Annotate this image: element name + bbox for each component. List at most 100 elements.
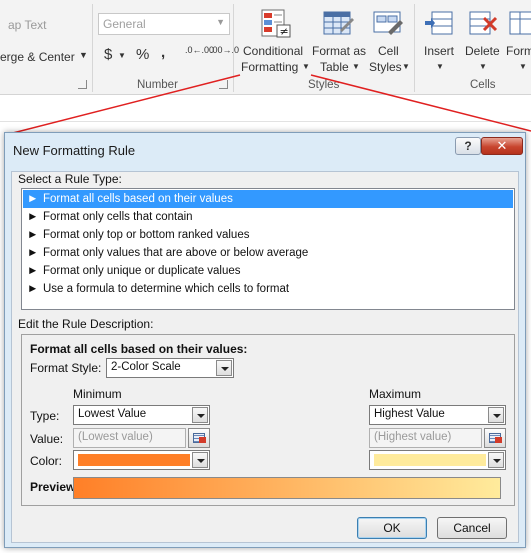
format-style-value: 2-Color Scale [111,361,181,373]
rule-type-label: Format only unique or duplicate values [43,265,241,277]
max-color-picker[interactable] [369,450,506,470]
formula-bar[interactable] [0,96,531,122]
svg-text:≠: ≠ [280,25,289,38]
rule-type-list[interactable]: ► Format all cells based on their values … [21,188,515,310]
conditional-formatting-label: Conditional [243,44,304,58]
chevron-down-icon[interactable] [192,452,208,468]
percent-button[interactable]: % [136,46,149,63]
chevron-down-icon: ▼ [216,17,225,27]
chevron-down-icon[interactable] [216,360,232,376]
conditional-formatting-label-2: Formatting [241,60,299,74]
rule-description-panel: Format all cells based on their values: … [21,334,515,506]
min-type-value: Lowest Value [78,408,147,420]
color-label: Color: [30,454,63,468]
format-as-table-label-2: Table [320,60,349,74]
chevron-down-icon: ▼ [302,62,310,71]
delete-label: Delete [465,44,500,58]
rule-type-label: Format all cells based on their values [43,193,233,205]
merge-center-button[interactable]: erge & Center [0,50,75,64]
insert-icon [425,11,453,35]
number-group-label: Number [137,79,178,91]
insert-label: Insert [424,44,455,58]
max-value-input[interactable]: (Highest value) [369,428,482,448]
max-color-swatch [374,454,486,466]
description-heading: Format all cells based on their values: [30,342,248,356]
rule-type-label: Use a formula to determine which cells t… [43,283,290,295]
alignment-launcher-icon[interactable] [78,80,87,89]
min-value-input[interactable]: (Lowest value) [73,428,186,448]
range-marker-icon [199,437,206,443]
rule-type-item[interactable]: ► Use a formula to determine which cells … [23,280,513,298]
min-type-select[interactable]: Lowest Value [73,405,210,425]
min-value-placeholder: (Lowest value) [78,431,153,443]
arrow-right-icon: ► [27,265,39,277]
conditional-formatting-icon: ≠ [261,9,291,38]
max-value-range-picker-button[interactable] [484,428,506,448]
maximum-heading: Maximum [369,387,422,401]
minimum-heading: Minimum [73,387,122,401]
decrease-decimal-button[interactable]: .00→.0 [210,46,239,55]
arrow-right-icon: ► [27,193,39,205]
ribbon: ap Text erge & Center ▼ General ▼ $ ▼ % … [0,0,531,95]
chevron-down-icon: ▼ [352,62,360,71]
format-as-table-icon [323,11,354,35]
comma-button[interactable]: , [161,44,165,61]
rule-type-item[interactable]: ► Format only cells that contain [23,208,513,226]
rule-type-item[interactable]: ► Format only unique or duplicate values [23,262,513,280]
chevron-down-icon[interactable] [488,407,504,423]
close-button[interactable]: ✕ [481,137,523,155]
cell-styles-label: Cell [378,44,399,58]
group-separator [233,4,234,92]
cell-styles-icon [373,11,403,35]
group-separator [92,4,93,92]
range-marker-icon [495,437,502,443]
rule-type-label: Format only values that are above or bel… [43,247,309,259]
arrow-right-icon: ► [27,247,39,259]
new-formatting-rule-dialog: New Formatting Rule ? ✕ Select a Rule Ty… [4,132,526,548]
value-label: Value: [30,432,64,446]
format-icon [509,11,531,35]
arrow-right-icon: ► [27,211,39,223]
dialog-titlebar[interactable]: New Formatting Rule ? ✕ [5,133,525,167]
edit-rule-description-label: Edit the Rule Description: [18,317,154,331]
type-label: Type: [30,409,60,423]
merge-dropdown-icon[interactable]: ▼ [79,50,88,60]
format-style-label: Format Style: [30,361,102,375]
max-type-select[interactable]: Highest Value [369,405,506,425]
rule-type-item[interactable]: ► Format all cells based on their values [23,190,513,208]
arrow-right-icon: ► [27,229,39,241]
format-label: Form [506,44,531,58]
chevron-down-icon[interactable] [488,452,504,468]
group-separator [414,4,415,92]
help-button[interactable]: ? [455,137,481,155]
min-color-swatch [78,454,190,466]
number-format-value: General [103,17,146,31]
currency-dropdown-icon[interactable]: ▼ [118,51,126,60]
chevron-down-icon[interactable] [192,407,208,423]
currency-button[interactable]: $ [104,46,112,63]
wrap-text-button[interactable]: ap Text [8,18,46,32]
number-format-select[interactable]: General ▼ [98,13,230,35]
max-type-value: Highest Value [374,408,445,420]
rule-type-label: Format only top or bottom ranked values [43,229,250,241]
min-color-picker[interactable] [73,450,210,470]
color-scale-preview [73,477,501,499]
cell-styles-label-2: Styles [369,60,402,74]
cancel-button[interactable]: Cancel [437,517,507,539]
min-value-range-picker-button[interactable] [188,428,210,448]
arrow-right-icon: ► [27,283,39,295]
format-as-table-label: Format as [312,44,367,58]
styles-group-label: Styles [308,79,340,91]
rule-type-item[interactable]: ► Format only top or bottom ranked values [23,226,513,244]
dialog-title: New Formatting Rule [13,143,136,158]
preview-label: Preview: [30,480,80,494]
chevron-down-icon: ▼ [519,62,527,71]
ok-button[interactable]: OK [357,517,427,539]
delete-icon [469,11,498,35]
cells-group-label: Cells [470,79,496,91]
chevron-down-icon: ▼ [436,62,444,71]
format-style-select[interactable]: 2-Color Scale [106,358,234,378]
number-launcher-icon[interactable] [219,80,228,89]
chevron-down-icon: ▼ [479,62,487,71]
rule-type-item[interactable]: ► Format only values that are above or be… [23,244,513,262]
